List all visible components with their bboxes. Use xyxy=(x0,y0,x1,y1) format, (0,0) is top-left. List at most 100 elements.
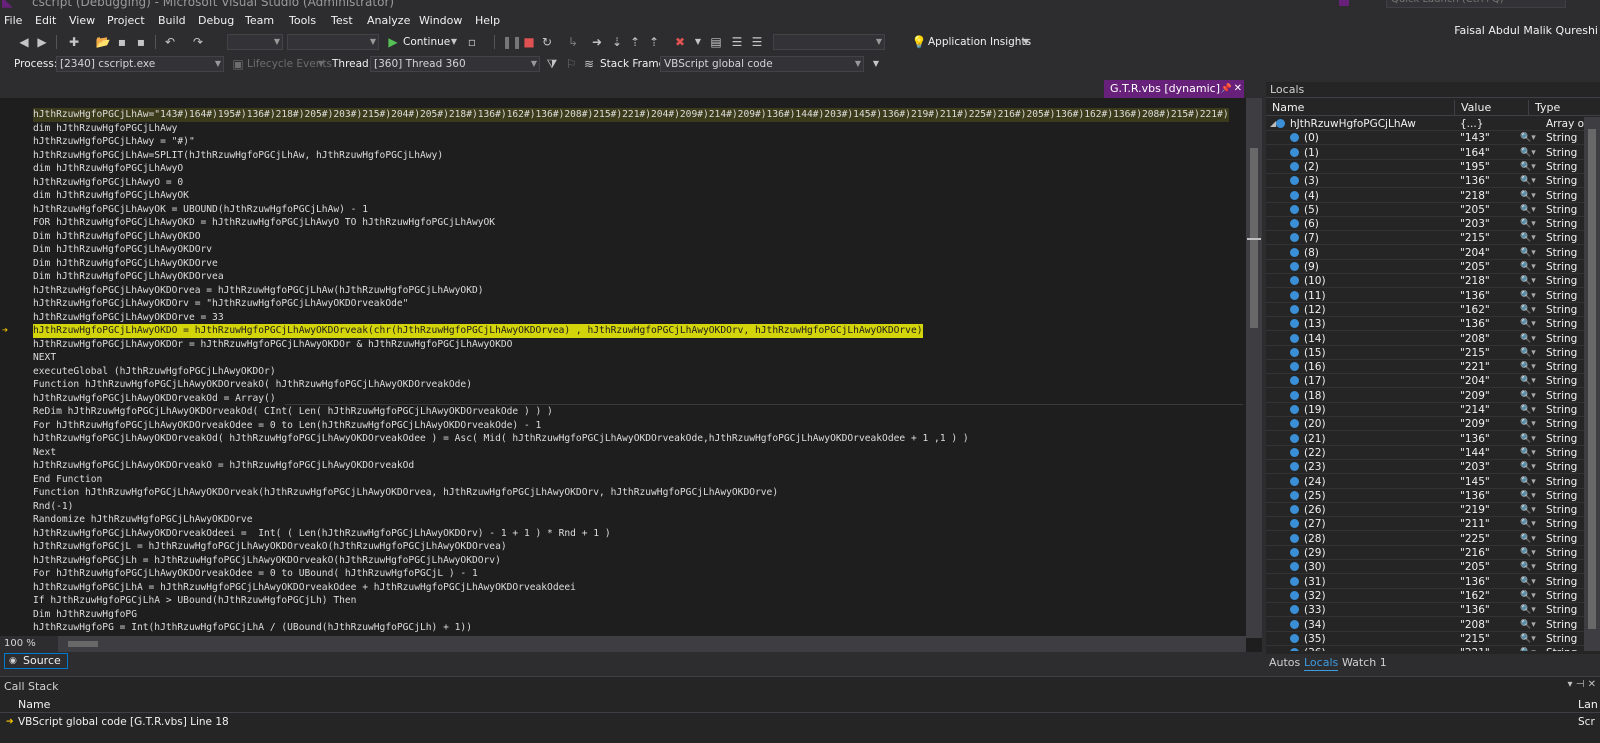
code-line[interactable]: hJthRzuwHgfoPGCjL = hJthRzuwHgfoPGCjLhAw… xyxy=(33,540,507,554)
quick-launch-input[interactable]: Quick Launch (Ctrl+Q) xyxy=(1386,0,1566,8)
magnifier-icon[interactable]: 🔍▾ xyxy=(1520,475,1536,489)
locals-row[interactable]: (15) "215" 🔍▾ String xyxy=(1266,346,1584,360)
threads-icon[interactable]: ≋ xyxy=(581,56,597,72)
code-line[interactable]: hJthRzuwHgfoPGCjLhAwyOKDOrvea = hJthRzuw… xyxy=(33,284,484,298)
locals-row[interactable]: (16) "221" 🔍▾ String xyxy=(1266,360,1584,375)
locals-row[interactable]: (0) "143" 🔍▾ String xyxy=(1266,131,1584,146)
code-line[interactable]: hJthRzuwHgfoPGCjLhAwy = "#)" xyxy=(33,135,195,149)
code-line[interactable]: Randomize hJthRzuwHgfoPGCjLhAwyOKDOrve xyxy=(33,513,253,527)
menu-build[interactable]: Build xyxy=(158,14,186,28)
navigate-forward-icon[interactable]: ▶ xyxy=(34,34,50,50)
locals-row[interactable]: (31) "136" 🔍▾ String xyxy=(1266,575,1584,589)
code-line[interactable]: hJthRzuwHgfoPG = Int(hJthRzuwHgfoPGCjLhA… xyxy=(33,621,472,632)
code-line[interactable]: hJthRzuwHgfoPGCjLhA = hJthRzuwHgfoPGCjLh… xyxy=(33,581,576,595)
locals-row[interactable]: (5) "205" 🔍▾ String xyxy=(1266,203,1584,217)
locals-vertical-scrollbar[interactable] xyxy=(1584,117,1600,651)
magnifier-icon[interactable]: 🔍▾ xyxy=(1520,646,1536,651)
magnifier-icon[interactable]: 🔍▾ xyxy=(1520,189,1536,203)
code-line[interactable]: dim hJthRzuwHgfoPGCjLhAwy xyxy=(33,122,177,136)
locals-row[interactable]: (1) "164" 🔍▾ String xyxy=(1266,146,1584,160)
locals-row[interactable]: (2) "195" 🔍▾ String xyxy=(1266,160,1584,174)
code-line[interactable]: hJthRzuwHgfoPGCjLhAwyOKDOrve = 33 xyxy=(33,311,224,325)
locals-row[interactable]: (12) "162" 🔍▾ String xyxy=(1266,303,1584,317)
menu-view[interactable]: View xyxy=(69,14,95,28)
magnifier-icon[interactable]: 🔍▾ xyxy=(1520,146,1536,160)
magnifier-icon[interactable]: 🔍▾ xyxy=(1520,246,1536,260)
application-insights-button[interactable]: Application Insights xyxy=(928,36,1031,48)
locals-row[interactable]: (22) "144" 🔍▾ String xyxy=(1266,446,1584,460)
magnifier-icon[interactable]: 🔍▾ xyxy=(1520,560,1536,574)
locals-row[interactable]: (3) "136" 🔍▾ String xyxy=(1266,174,1584,189)
step-out-icon[interactable]: ⇡ xyxy=(627,34,643,50)
magnifier-icon[interactable]: 🔍▾ xyxy=(1520,632,1536,646)
locals-row[interactable]: (17) "204" 🔍▾ String xyxy=(1266,374,1584,389)
code-line[interactable]: hJthRzuwHgfoPGCjLhAw="143#)164#)195#)136… xyxy=(33,108,1229,122)
column-name[interactable]: Name xyxy=(18,697,50,713)
chevron-down-icon[interactable]: ▼ xyxy=(446,34,462,50)
step-over-icon[interactable]: ➜ xyxy=(589,34,605,50)
menu-debug[interactable]: Debug xyxy=(198,14,234,28)
save-all-icon[interactable]: ▪ xyxy=(133,34,149,50)
magnifier-icon[interactable]: 🔍▾ xyxy=(1520,446,1536,460)
code-line[interactable]: End Function xyxy=(33,473,102,487)
code-line[interactable]: executeGlobal (hJthRzuwHgfoPGCjLhAwyOKDO… xyxy=(33,365,276,379)
code-line[interactable]: If hJthRzuwHgfoPGCjLhA > UBound(hJthRzuw… xyxy=(33,594,356,608)
code-line[interactable]: Dim hJthRzuwHgfoPGCjLhAwyOKDOrvea xyxy=(33,270,224,284)
magnifier-icon[interactable]: 🔍▾ xyxy=(1520,503,1536,517)
magnifier-icon[interactable]: 🔍▾ xyxy=(1520,460,1536,474)
code-line[interactable]: Dim hJthRzuwHgfoPGCjLhAwyOKDOrv xyxy=(33,243,212,257)
comment-icon[interactable]: ☰ xyxy=(749,34,765,50)
magnifier-icon[interactable]: 🔍▾ xyxy=(1520,546,1536,560)
code-line[interactable]: hJthRzuwHgfoPGCjLhAw=SPLIT(hJthRzuwHgfoP… xyxy=(33,149,443,163)
locals-row[interactable]: (35) "215" 🔍▾ String xyxy=(1266,632,1584,646)
code-line[interactable]: hJthRzuwHgfoPGCjLhAwyOK = UBOUND(hJthRzu… xyxy=(33,203,368,217)
chevron-down-icon[interactable]: ▾ xyxy=(1567,679,1572,690)
break-all-icon[interactable]: ❚❚ xyxy=(502,34,522,50)
menu-tools[interactable]: Tools xyxy=(289,14,316,28)
locals-row[interactable]: (21) "136" 🔍▾ String xyxy=(1266,432,1584,446)
magnifier-icon[interactable]: 🔍▾ xyxy=(1520,603,1536,617)
close-icon[interactable]: ✕ xyxy=(1588,679,1596,690)
code-line[interactable]: Function hJthRzuwHgfoPGCjLhAwyOKDOrveakO… xyxy=(33,378,472,392)
code-editor[interactable]: G.T.R.vbs [dynamic] 📌 ✕ hJthRzuwHgfoPGCj… xyxy=(0,80,1262,652)
locals-row[interactable]: (23) "203" 🔍▾ String xyxy=(1266,460,1584,475)
magnifier-icon[interactable]: 🔍▾ xyxy=(1520,260,1536,274)
magnifier-icon[interactable]: 🔍▾ xyxy=(1520,303,1536,317)
execution-pointer-icon[interactable]: ➔ xyxy=(2,324,8,337)
code-line[interactable]: hJthRzuwHgfoPGCjLhAwyOKDOrveakO = hJthRz… xyxy=(33,459,414,473)
magnifier-icon[interactable]: 🔍▾ xyxy=(1520,231,1536,245)
locals-row[interactable]: (28) "225" 🔍▾ String xyxy=(1266,532,1584,546)
locals-row[interactable]: (4) "218" 🔍▾ String xyxy=(1266,189,1584,203)
code-line[interactable]: dim hJthRzuwHgfoPGCjLhAwyO xyxy=(33,162,183,176)
code-line[interactable]: Dim hJthRzuwHgfoPGCjLhAwyOKDO xyxy=(33,230,201,244)
column-language[interactable]: Lan xyxy=(1578,697,1598,713)
solution-platform-dropdown[interactable]: ▼ xyxy=(287,34,379,50)
locals-row[interactable]: (18) "209" 🔍▾ String xyxy=(1266,389,1584,403)
magnifier-icon[interactable]: 🔍▾ xyxy=(1520,174,1536,188)
code-line[interactable]: For hJthRzuwHgfoPGCjLhAwyOKDOrveakOdee =… xyxy=(33,567,478,581)
magnifier-icon[interactable]: 🔍▾ xyxy=(1520,417,1536,431)
code-line[interactable]: FOR hJthRzuwHgfoPGCjLhAwyOKD = hJthRzuwH… xyxy=(33,216,495,230)
magnifier-icon[interactable]: 🔍▾ xyxy=(1520,403,1536,417)
restart-icon[interactable]: ↻ xyxy=(539,34,555,50)
locals-row[interactable]: (25) "136" 🔍▾ String xyxy=(1266,489,1584,503)
tab-watch-1[interactable]: Watch 1 xyxy=(1342,656,1387,670)
find-combo[interactable]: ▼ xyxy=(773,34,885,50)
locals-row[interactable]: (27) "211" 🔍▾ String xyxy=(1266,517,1584,532)
chevron-down-icon[interactable]: ▼ xyxy=(1018,34,1034,50)
call-stack-row[interactable]: ➔ VBScript global code [G.T.R.vbs] Line … xyxy=(0,715,1600,729)
code-line[interactable]: Dim hJthRzuwHgfoPGCjLhAwyOKDOrve xyxy=(33,257,218,271)
toggle-flag-icon[interactable]: ⚐ xyxy=(563,56,579,72)
stack-frame-dropdown[interactable]: VBScript global code ▼ xyxy=(660,56,864,72)
magnifier-icon[interactable]: 🔍▾ xyxy=(1520,589,1536,603)
magnifier-icon[interactable]: 🔍▾ xyxy=(1520,618,1536,632)
code-line[interactable]: hJthRzuwHgfoPGCjLhAwyOKDOrveakOd( hJthRz… xyxy=(33,432,969,446)
locals-row[interactable]: (29) "216" 🔍▾ String xyxy=(1266,546,1584,560)
locals-row[interactable]: (9) "205" 🔍▾ String xyxy=(1266,260,1584,274)
locals-row[interactable]: (13) "136" 🔍▾ String xyxy=(1266,317,1584,332)
current-statement-line[interactable]: hJthRzuwHgfoPGCjLhAwyOKDO = hJthRzuwHgfo… xyxy=(33,324,923,338)
locals-row[interactable]: (26) "219" 🔍▾ String xyxy=(1266,503,1584,518)
magnifier-icon[interactable]: 🔍▾ xyxy=(1520,217,1536,231)
code-line[interactable]: Function hJthRzuwHgfoPGCjLhAwyOKDOrveak(… xyxy=(33,486,778,500)
locals-row[interactable]: (24) "145" 🔍▾ String xyxy=(1266,475,1584,489)
